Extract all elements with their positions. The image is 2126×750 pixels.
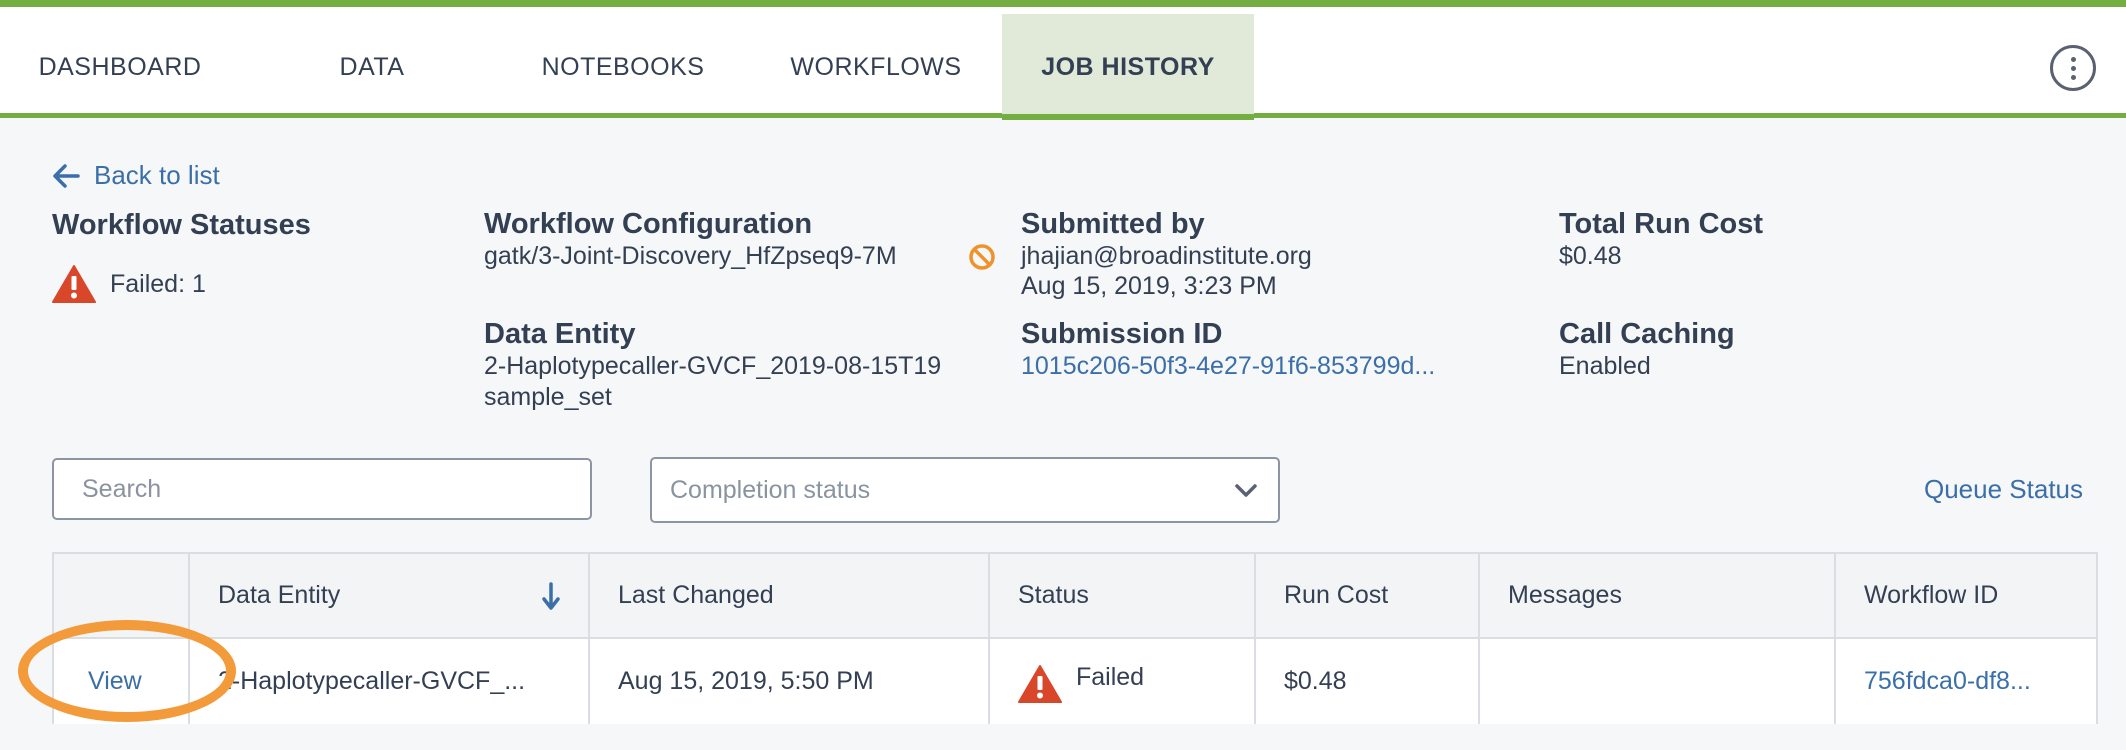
more-vertical-icon[interactable] [2050,45,2096,91]
submission-id-link[interactable]: 1015c206-50f3-4e27-91f6-853799d... [1021,352,1435,381]
header-status[interactable]: Status [988,554,1254,637]
back-link-label: Back to list [94,160,220,190]
submitted-by-heading: Submitted by [1021,208,1205,240]
row-workflow-id[interactable]: 756fdca0-df8... [1834,639,2098,724]
tab-job-history[interactable]: JOB HISTORY [1002,14,1254,120]
warning-triangle-icon [1018,664,1062,703]
view-link[interactable]: View [54,639,188,724]
arrow-left-icon [53,163,80,188]
table-row: View 2-Haplotypecaller-GVCF_... Aug 15, … [54,639,2096,724]
workflow-id-link[interactable]: 756fdca0-df8... [1864,667,2031,696]
disabled-circle-icon [969,244,995,270]
view-link-label[interactable]: View [88,667,142,696]
workflow-statuses-heading: Workflow Statuses [52,209,311,241]
workflow-configuration-heading: Workflow Configuration [484,208,813,240]
sort-down-arrow-icon[interactable] [542,582,560,612]
completion-status-placeholder: Completion status [670,475,871,504]
warning-triangle-icon [52,265,96,303]
search-input[interactable] [52,458,592,520]
submitted-date: Aug 15, 2019, 3:23 PM [1021,272,1277,300]
header-run-cost[interactable]: Run Cost [1254,554,1478,637]
failed-count: Failed: 1 [110,270,206,298]
call-caching-value: Enabled [1559,352,1651,380]
submitted-by-email: jhajian@broadinstitute.org [1021,242,1312,270]
tab-dashboard[interactable]: DASHBOARD [0,14,240,120]
tab-notebooks[interactable]: NOTEBOOKS [520,14,726,120]
queue-status-link[interactable]: Queue Status [1924,474,2083,505]
row-last-changed: Aug 15, 2019, 5:50 PM [588,639,988,724]
workflow-configuration-value: gatk/3-Joint-Discovery_HfZpseq9-7M [484,242,897,270]
row-status-label: Failed [1076,663,1145,691]
top-navigation: DASHBOARD DATA NOTEBOOKS WORKFLOWS JOB H… [0,0,2126,120]
header-workflow-id[interactable]: Workflow ID [1834,554,2098,637]
data-entity-type: sample_set [484,383,612,411]
chevron-down-icon [1235,484,1257,497]
row-messages [1478,639,1834,724]
call-caching-heading: Call Caching [1559,318,1735,350]
header-action [54,554,188,637]
back-to-list-link[interactable]: Back to list [52,160,220,191]
workflows-table: Data Entity Last Changed Status Run Cost… [52,552,2098,724]
header-last-changed[interactable]: Last Changed [588,554,988,637]
tab-data[interactable]: DATA [300,14,444,120]
row-data-entity: 2-Haplotypecaller-GVCF_... [188,639,588,724]
total-run-cost-heading: Total Run Cost [1559,208,1764,240]
row-status: Failed [988,639,1254,724]
tab-workflows[interactable]: WORKFLOWS [770,14,982,120]
data-entity-value: 2-Haplotypecaller-GVCF_2019-08-15T19 [484,352,942,380]
data-entity-heading: Data Entity [484,318,636,350]
table-header: Data Entity Last Changed Status Run Cost… [54,554,2096,639]
total-run-cost-value: $0.48 [1559,242,1622,270]
row-run-cost: $0.48 [1254,639,1478,724]
header-messages[interactable]: Messages [1478,554,1834,637]
completion-status-select[interactable]: Completion status [650,457,1280,523]
submission-id-heading: Submission ID [1021,318,1223,350]
header-data-entity[interactable]: Data Entity [188,554,588,637]
header-data-entity-label: Data Entity [218,581,341,609]
